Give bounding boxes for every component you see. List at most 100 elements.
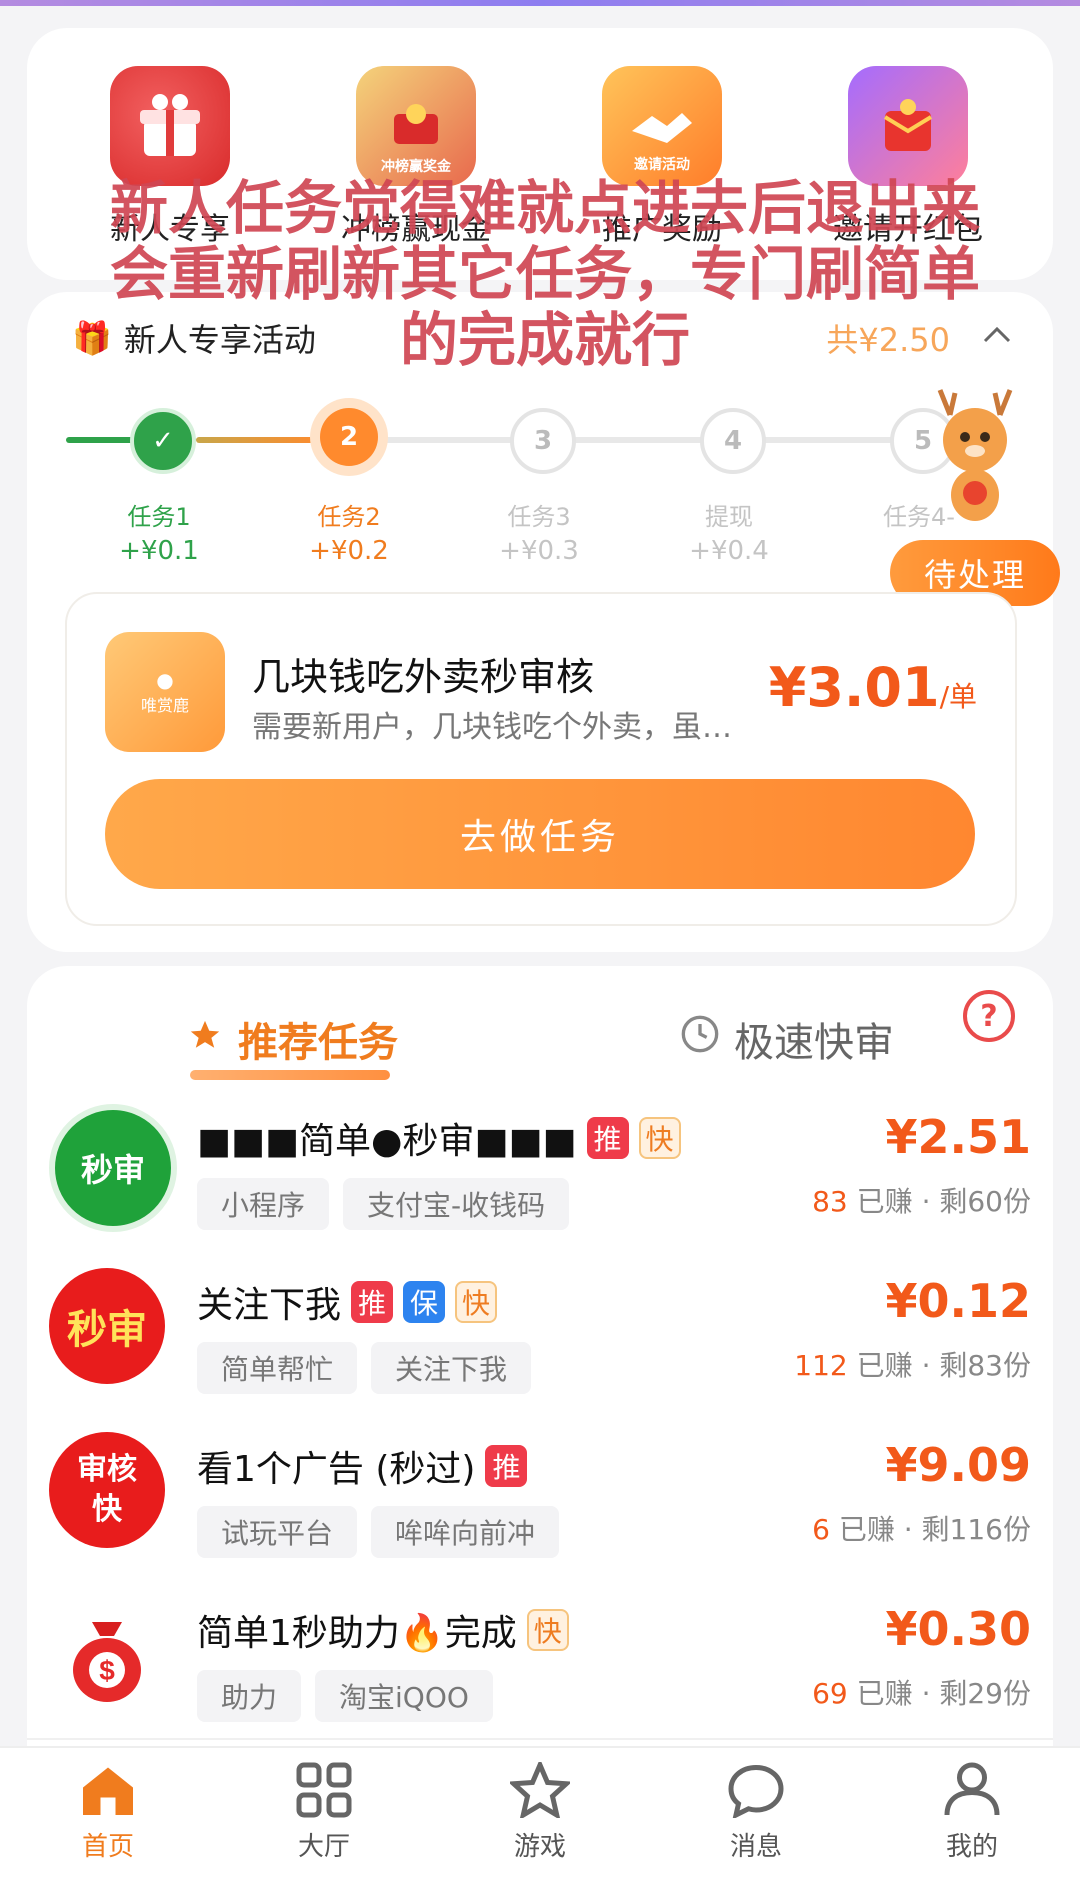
- task-price: ¥9.09: [885, 1438, 1031, 1492]
- featured-task-card: ● 唯赏鹿 几块钱吃外卖秒审核 需要新用户，几块钱吃个外卖，虽… ¥3.01/单…: [65, 592, 1017, 926]
- money-bag-icon: $: [49, 1596, 165, 1712]
- progress-current: [196, 437, 326, 443]
- task-icon-text: 审核快: [77, 1452, 137, 1527]
- price-unit: /单: [939, 680, 977, 713]
- nav-messages[interactable]: 消息: [696, 1762, 816, 1863]
- user-icon: ●: [156, 668, 174, 692]
- step-1: 任务1 +¥0.1: [99, 500, 219, 568]
- task-title: 看1个广告 (秒过): [197, 1449, 476, 1490]
- tab-fast-review[interactable]: 极速快审: [680, 1010, 894, 1068]
- fast-badge: 快: [638, 1117, 681, 1159]
- task-tags: 简单帮忙 关注下我: [197, 1342, 532, 1394]
- task-stats: 112 已赚 · 剩83份: [794, 1344, 1031, 1384]
- step-name: 提现: [705, 503, 753, 531]
- remaining: · 剩60份: [921, 1185, 1031, 1218]
- gift-box-icon: [110, 66, 230, 186]
- clock-icon: [680, 1014, 720, 1064]
- task-price: ¥0.12: [885, 1274, 1031, 1328]
- overlay-annotation: 新人任务觉得难就点进去后退出来会重新刷新其它任务，专门刷简单的完成就行: [109, 174, 980, 374]
- lightning-icon: 秒审: [49, 1104, 177, 1232]
- task-title-line: 看1个广告 (秒过) 推: [197, 1440, 528, 1492]
- tab-label: 推荐任务: [238, 1020, 398, 1066]
- nav-label: 消息: [729, 1832, 782, 1862]
- task-tag: 试玩平台: [197, 1506, 358, 1558]
- step-name: 任务3: [507, 503, 571, 531]
- guarantee-badge: 保: [403, 1281, 446, 1323]
- task-row[interactable]: $ 简单1秒助力🔥完成 快 助力 淘宝iQOO ¥0.30 69 已赚 · 剩2…: [27, 1574, 1053, 1740]
- featured-task-title: 几块钱吃外卖秒审核: [252, 655, 595, 699]
- bottom-navigation: 首页 大厅 游戏 消息 我的: [0, 1746, 1080, 1898]
- featured-task-desc: 需要新用户，几块钱吃个外卖，虽…: [252, 710, 732, 745]
- task-price: ¥2.51: [885, 1110, 1031, 1164]
- step-reward: +¥0.2: [309, 536, 389, 566]
- task-tags: 小程序 支付宝-收钱码: [197, 1178, 570, 1230]
- nav-hall[interactable]: 大厅: [264, 1762, 384, 1863]
- step-node-3: 3: [510, 408, 576, 474]
- user-icon: [944, 1762, 1000, 1816]
- nav-label: 首页: [81, 1832, 134, 1862]
- tab-recommended[interactable]: 推荐任务: [188, 1010, 398, 1068]
- star-icon: [510, 1762, 570, 1818]
- price-value: ¥3.01: [768, 656, 940, 719]
- tab-label: 极速快审: [734, 1020, 894, 1066]
- progress-remaining: [356, 437, 946, 443]
- task-row[interactable]: 秒审 ■■■简单●秒审■■■ 推 快 小程序 支付宝-收钱码 ¥2.51 83 …: [27, 1082, 1053, 1248]
- featured-task-price: ¥3.01/单: [769, 656, 977, 719]
- do-task-button[interactable]: 去做任务: [105, 779, 975, 889]
- task-tag: 助力: [197, 1670, 302, 1722]
- help-icon[interactable]: ?: [963, 990, 1015, 1042]
- nav-label: 大厅: [297, 1832, 350, 1862]
- task-title-line: ■■■简单●秒审■■■ 推 快: [197, 1112, 681, 1164]
- step-name: 任务1: [127, 503, 191, 531]
- task-tags: 试玩平台 哞哞向前冲: [197, 1506, 560, 1558]
- top-status-strip: [0, 0, 1080, 6]
- recommend-badge: 推: [485, 1445, 528, 1487]
- task-price: ¥0.30: [885, 1602, 1031, 1656]
- earned-label: 已赚: [856, 1349, 913, 1382]
- step-name: 任务2: [317, 503, 381, 531]
- trophy-gift-icon: 冲榜赢奖金: [356, 66, 476, 186]
- task-tag: 支付宝-收钱码: [343, 1178, 570, 1230]
- deer-mascot-icon[interactable]: [925, 385, 1025, 525]
- nav-label: 我的: [945, 1832, 998, 1862]
- task-stats: 69 已赚 · 剩29份: [812, 1672, 1031, 1712]
- task-stats: 83 已赚 · 剩60份: [812, 1180, 1031, 1220]
- task-title-line: 简单1秒助力🔥完成 快: [197, 1604, 569, 1656]
- remaining: · 剩116份: [903, 1513, 1031, 1546]
- task-logo-text: 唯赏鹿: [140, 696, 189, 715]
- grid-icon: [296, 1762, 352, 1818]
- task-title: 关注下我: [197, 1285, 342, 1326]
- task-row[interactable]: 秒审 关注下我 推 保 快 简单帮忙 关注下我 ¥0.12 112 已赚 · 剩…: [27, 1246, 1053, 1412]
- earned-label: 已赚: [856, 1677, 913, 1710]
- tab-underline: [190, 1070, 390, 1080]
- red-envelope-icon: [848, 66, 968, 186]
- task-stats: 6 已赚 · 剩116份: [812, 1508, 1031, 1548]
- earned-count: 83: [812, 1185, 848, 1218]
- quick-entry-sub: 邀请活动: [634, 157, 690, 173]
- earned-count: 6: [812, 1513, 830, 1546]
- step-node-2: 2: [320, 408, 378, 466]
- star-icon: [188, 1016, 222, 1062]
- task-title: ■■■简单●秒审■■■: [197, 1121, 577, 1162]
- fast-badge: 快: [526, 1609, 569, 1651]
- task-logo: ● 唯赏鹿: [105, 632, 225, 752]
- task-tag: 简单帮忙: [197, 1342, 358, 1394]
- fast-badge: 快: [455, 1281, 498, 1323]
- nav-profile[interactable]: 我的: [912, 1762, 1032, 1863]
- home-icon: [83, 1767, 133, 1815]
- step-reward: +¥0.3: [499, 536, 579, 566]
- recommend-badge: 推: [351, 1281, 394, 1323]
- task-row[interactable]: 审核快 看1个广告 (秒过) 推 试玩平台 哞哞向前冲 ¥9.09 6 已赚 ·…: [27, 1410, 1053, 1576]
- remaining: · 剩83份: [921, 1349, 1031, 1382]
- earned-count: 112: [794, 1349, 848, 1382]
- task-tag: 哞哞向前冲: [371, 1506, 560, 1558]
- chevron-up-icon[interactable]: [982, 318, 1012, 353]
- nav-games[interactable]: 游戏: [480, 1762, 600, 1863]
- task-tag: 关注下我: [371, 1342, 532, 1394]
- task-tabs: 推荐任务 极速快审: [0, 1000, 1080, 1090]
- step-node-1: ✓: [130, 408, 196, 474]
- nav-home[interactable]: 首页: [48, 1762, 168, 1863]
- task-tag: 小程序: [197, 1178, 330, 1230]
- svg-text:$: $: [99, 1655, 115, 1686]
- step-node-4: 4: [700, 408, 766, 474]
